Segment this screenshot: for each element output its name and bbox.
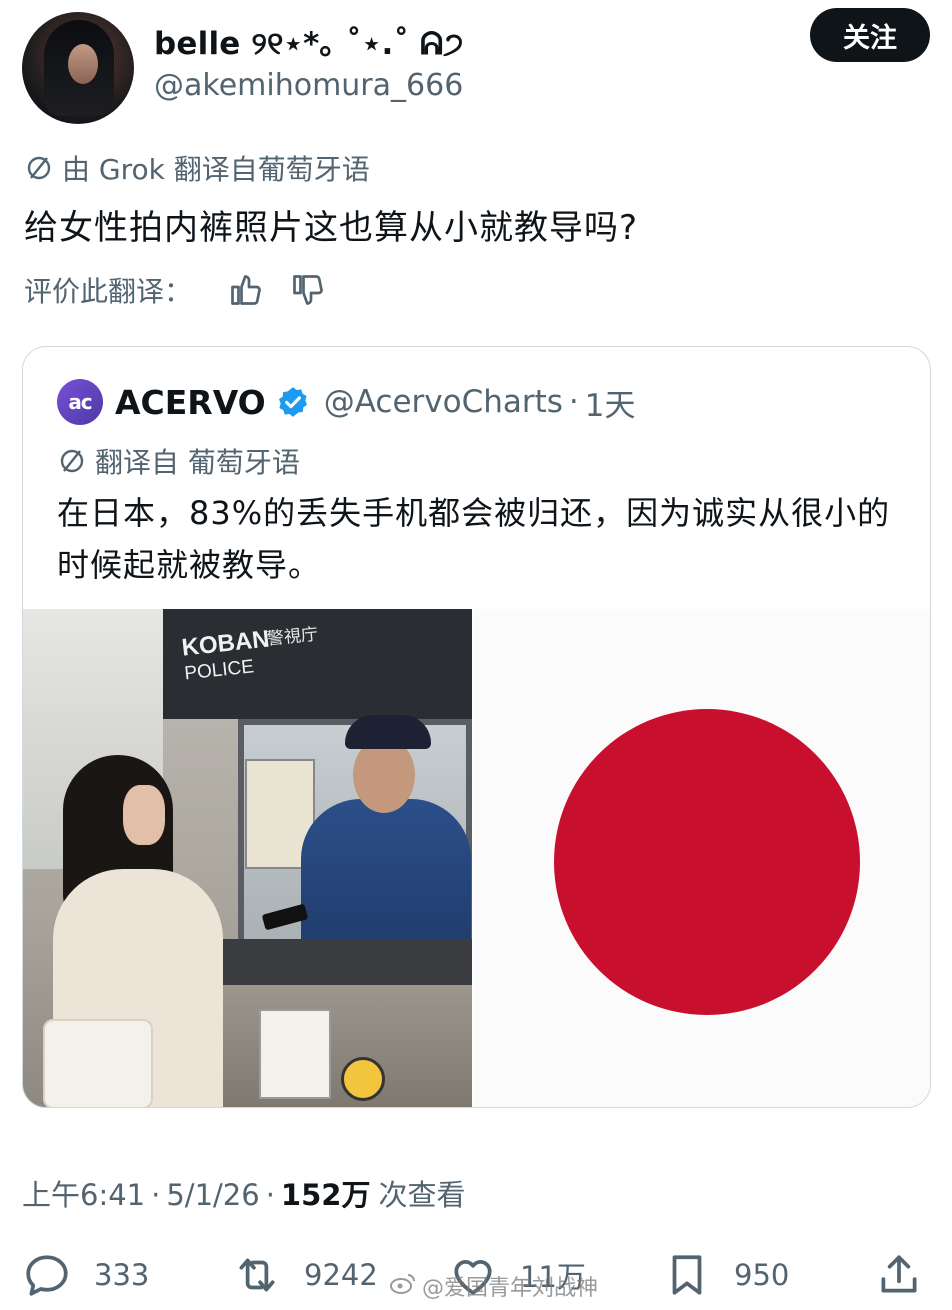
weibo-watermark: @爱国青年刘战神 bbox=[390, 1270, 598, 1302]
translation-note[interactable]: 由 Grok 翻译自葡萄牙语 bbox=[24, 148, 370, 188]
meta-separator: · bbox=[265, 1178, 275, 1212]
photo-officer-cap bbox=[345, 715, 431, 749]
bookmark-button[interactable]: 950 bbox=[662, 1250, 789, 1300]
verified-badge-icon bbox=[276, 385, 310, 419]
reply-count: 333 bbox=[94, 1258, 150, 1292]
user-handle[interactable]: @akemihomura_666 bbox=[154, 68, 463, 103]
bookmark-icon bbox=[672, 1255, 702, 1295]
meta-separator: · bbox=[151, 1178, 161, 1212]
translate-slash-icon bbox=[57, 446, 87, 476]
share-button[interactable] bbox=[874, 1250, 946, 1300]
quoted-avatar[interactable]: ac bbox=[57, 379, 103, 425]
photo-notice-sign bbox=[259, 1009, 331, 1099]
quoted-translation-note-text: 翻译自 葡萄牙语 bbox=[95, 446, 300, 479]
photo-badge bbox=[341, 1057, 385, 1101]
thumbs-up-icon[interactable] bbox=[226, 270, 266, 310]
tweet-time[interactable]: 上午6:41 bbox=[22, 1172, 145, 1214]
photo-counter-front bbox=[203, 985, 472, 1107]
tweet-timestamp-views: 上午6:41 · 5/1/26 · 152万 次查看 bbox=[22, 1172, 465, 1214]
photo-bag bbox=[43, 1019, 153, 1107]
bookmark-count: 950 bbox=[734, 1258, 790, 1292]
repost-icon bbox=[239, 1258, 275, 1292]
tweet-date[interactable]: 5/1/26 bbox=[166, 1178, 259, 1212]
repost-count: 9242 bbox=[304, 1258, 378, 1292]
photo-counter bbox=[183, 939, 472, 985]
repost-button[interactable]: 9242 bbox=[232, 1250, 378, 1300]
reply-button[interactable]: 333 bbox=[22, 1250, 149, 1300]
quoted-translation-note[interactable]: 翻译自 葡萄牙语 bbox=[57, 441, 300, 481]
quoted-handle[interactable]: @AcervoCharts bbox=[324, 384, 563, 420]
quoted-display-name[interactable]: ACERVO bbox=[115, 383, 266, 422]
photo-koban-sign: KOBAN POLICE bbox=[180, 626, 274, 688]
views-count: 152万 bbox=[280, 1178, 371, 1212]
weibo-logo-icon bbox=[390, 1272, 416, 1300]
rate-translation-label: 评价此翻译： bbox=[24, 275, 193, 308]
quoted-media: KOBAN POLICE 警視庁 bbox=[23, 609, 930, 1107]
thumbs-down-icon[interactable] bbox=[288, 270, 328, 310]
rate-translation-row: 评价此翻译： bbox=[24, 270, 328, 310]
photo-woman-face bbox=[123, 785, 165, 845]
watermark-text: @爱国青年刘战神 bbox=[422, 1276, 599, 1301]
share-icon bbox=[881, 1255, 917, 1293]
tweet-header: belle ୨୧⋆*｡ ˚⋆.˚ ᕱ੭ @akemihomura_666 关注 bbox=[22, 8, 930, 124]
koban-photo[interactable]: KOBAN POLICE 警視庁 bbox=[23, 609, 472, 1107]
translation-note-text: 由 Grok 翻译自葡萄牙语 bbox=[62, 153, 370, 186]
quoted-tweet-header: ac ACERVO @AcervoCharts · 1天 bbox=[57, 379, 636, 425]
quoted-tweet-card[interactable]: ac ACERVO @AcervoCharts · 1天 翻译自 葡萄牙语 在日… bbox=[22, 346, 931, 1108]
japan-flag-image[interactable] bbox=[472, 609, 930, 1107]
views-label: 次查看 bbox=[378, 1178, 466, 1212]
flag-red-circle bbox=[554, 709, 860, 1015]
quoted-time[interactable]: 1天 bbox=[585, 380, 636, 425]
follow-button[interactable]: 关注 bbox=[810, 8, 930, 62]
translate-slash-icon bbox=[24, 153, 54, 183]
quoted-tweet-text: 在日本，83%的丢失手机都会被归还，因为诚实从很小的时候起就被教导。 bbox=[57, 494, 891, 584]
reply-icon bbox=[26, 1255, 68, 1296]
quoted-separator: · bbox=[568, 384, 579, 420]
photo-officer bbox=[301, 799, 471, 949]
tweet-page: belle ୨୧⋆*｡ ˚⋆.˚ ᕱ੭ @akemihomura_666 关注 … bbox=[0, 0, 952, 1310]
avatar-face bbox=[68, 44, 98, 84]
display-name[interactable]: belle ୨୧⋆*｡ ˚⋆.˚ ᕱ੭ bbox=[154, 18, 464, 63]
avatar[interactable] bbox=[22, 12, 134, 124]
tweet-text: 给女性拍内裤照片这也算从小就教导吗? bbox=[24, 208, 639, 248]
